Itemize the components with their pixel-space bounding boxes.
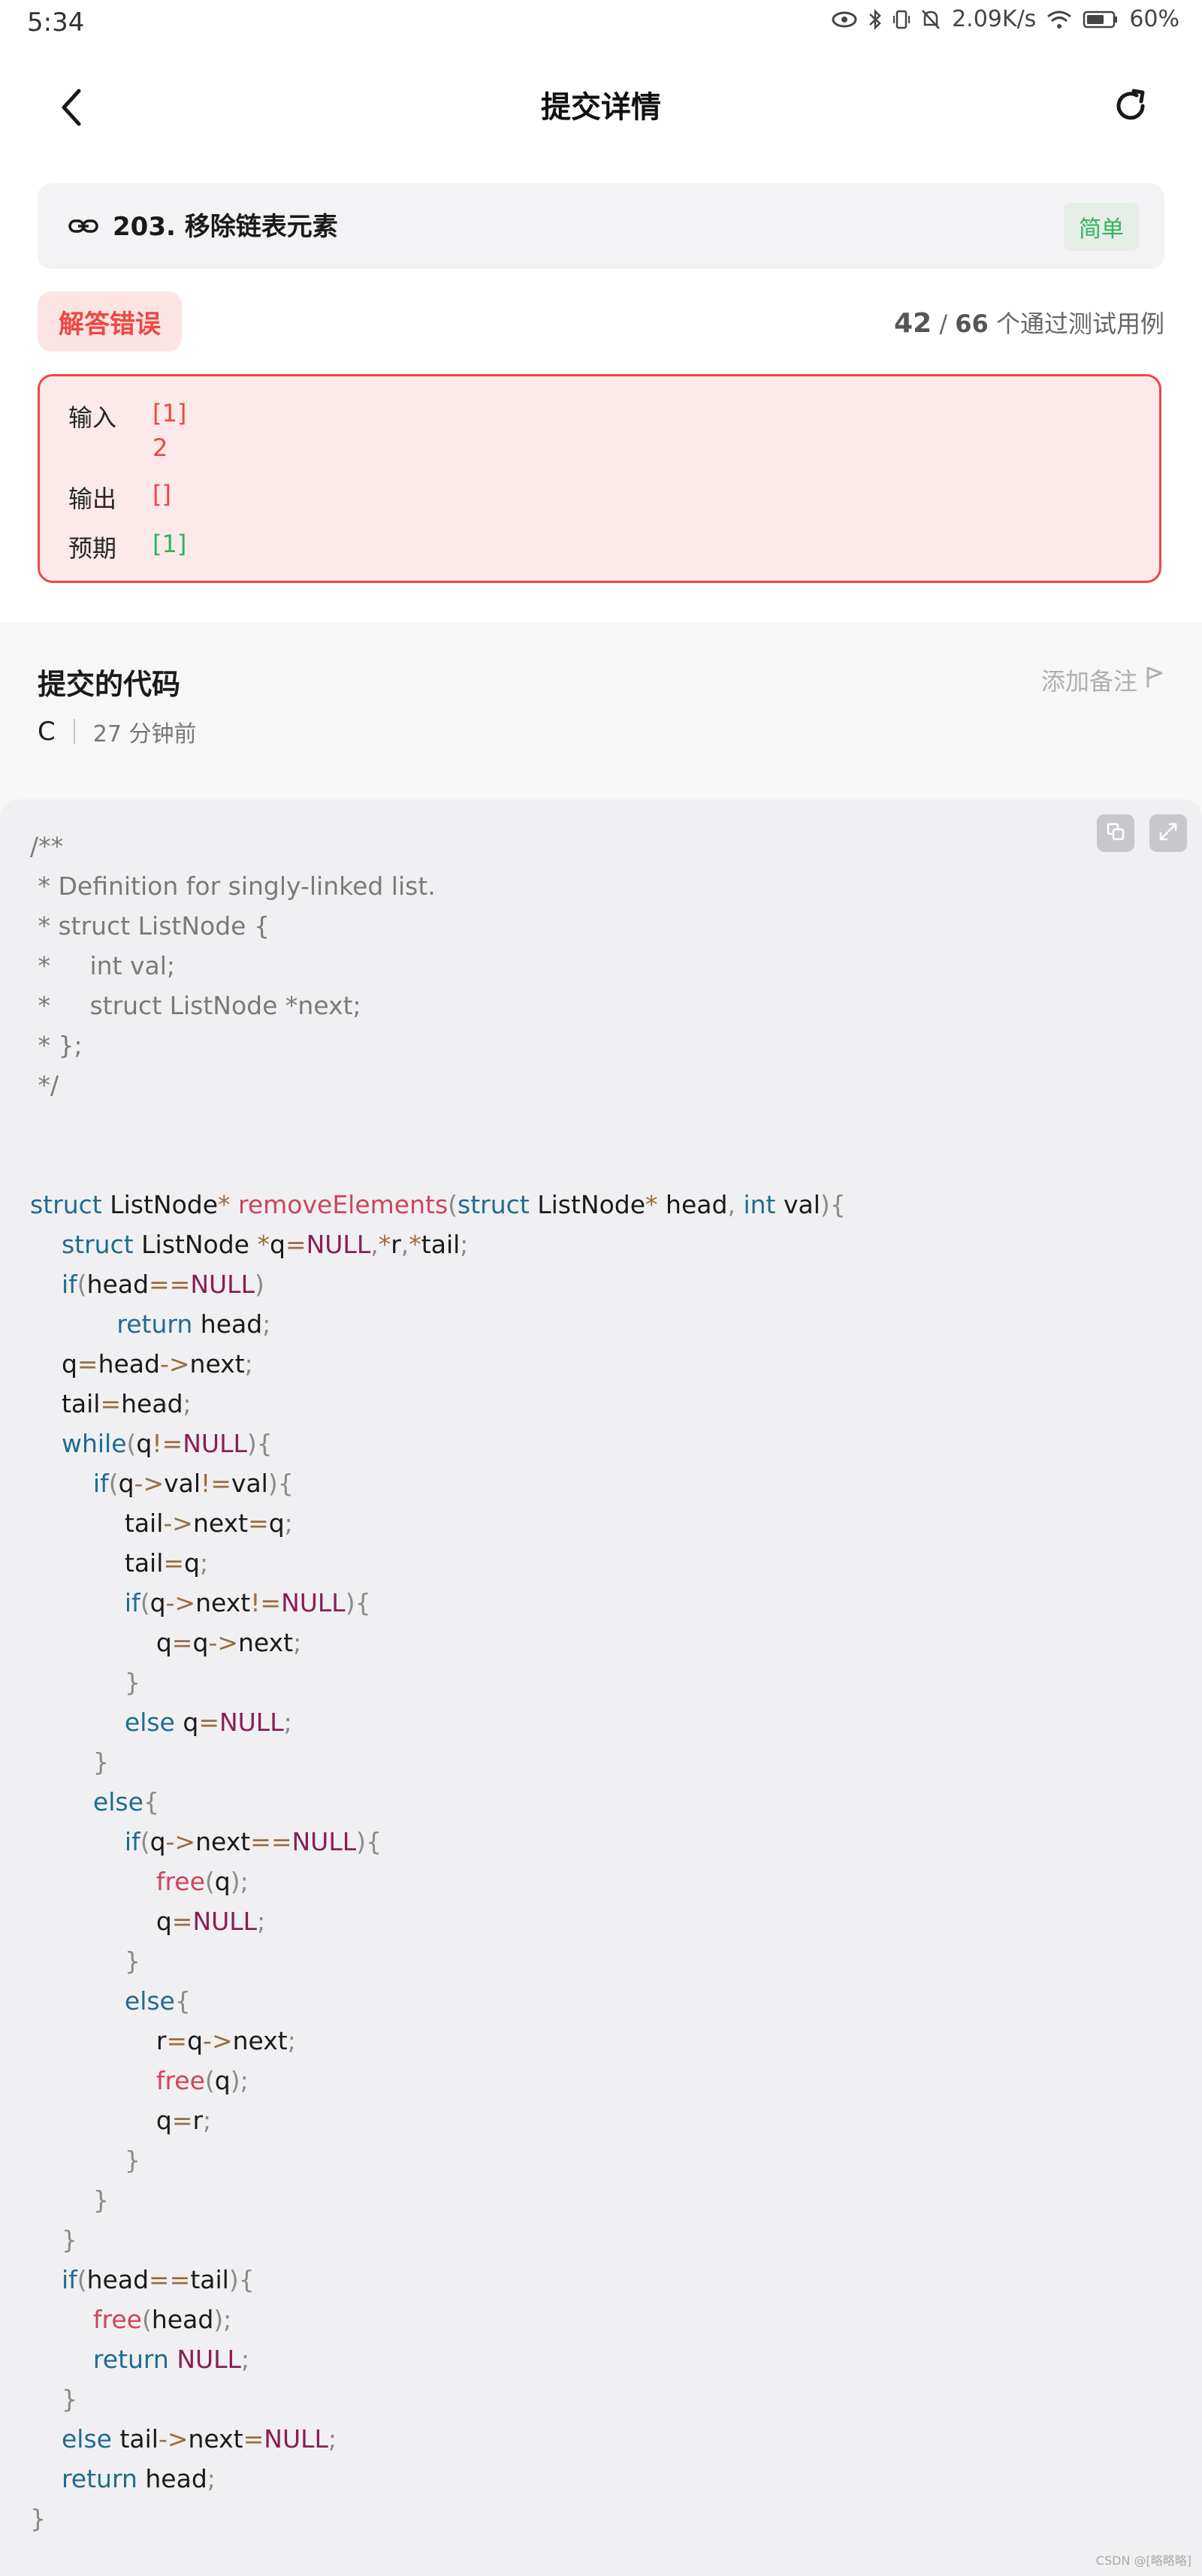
- flag-icon: [1145, 665, 1164, 695]
- code-heading: 提交的代码: [38, 668, 181, 701]
- code-line: if(q->next!=NULL){: [124, 1588, 371, 1617]
- code-panel: /** * Definition for singly-linked list.…: [0, 799, 1202, 2576]
- problem-title: 203. 移除链表元素: [113, 212, 338, 242]
- network-speed: 2.09K/s: [952, 6, 1037, 32]
- header: 提交详情: [0, 60, 1202, 150]
- input-value-line1: [1]: [153, 399, 187, 427]
- submitted-code-section: 提交的代码 添加备注 C 27 分钟前 /** * Definition for…: [0, 622, 1202, 2576]
- code-line: }: [124, 2146, 140, 2175]
- submission-meta: C 27 分钟前: [38, 715, 196, 748]
- code-line: struct ListNode* removeElements(struct L…: [30, 1190, 846, 1219]
- link-icon: [68, 210, 99, 242]
- pass-text: 个通过测试用例: [995, 310, 1164, 338]
- passed-count: 42: [894, 308, 932, 339]
- wifi-icon: [1046, 9, 1072, 30]
- code-line: free(q);: [156, 1867, 249, 1896]
- battery-icon: [1083, 10, 1119, 29]
- status-icons: 2.09K/s 60%: [832, 6, 1179, 32]
- code-line: }: [61, 2384, 77, 2414]
- expected-label: 预期: [68, 534, 117, 563]
- code-block: /** * Definition for singly-linked list.…: [30, 826, 846, 2538]
- code-line: return NULL;: [92, 2345, 250, 2374]
- add-note-button[interactable]: 添加备注: [1041, 663, 1164, 697]
- input-value-line2: 2: [153, 433, 168, 462]
- pass-count: 42 / 66 个通过测试用例: [894, 308, 1164, 339]
- code-line: * Definition for singly-linked list.: [30, 871, 436, 901]
- divider: [73, 719, 75, 744]
- code-line: tail->next=q;: [124, 1508, 293, 1538]
- difficulty-badge: 简单: [1064, 203, 1139, 251]
- eye-icon: [832, 11, 857, 29]
- testcase-box: 输入 [1] 2 输出 [] 预期 [1]: [38, 374, 1161, 583]
- problem-card[interactable]: 203. 移除链表元素 简单: [38, 183, 1164, 269]
- code-line: * struct ListNode {: [30, 911, 270, 941]
- status-bar: 5:34 2.09K/s 60%: [0, 0, 1202, 47]
- code-line: else{: [92, 1787, 159, 1816]
- code-line: else{: [124, 1986, 191, 2016]
- result-status-badge: 解答错误: [38, 291, 182, 352]
- expand-icon: [1158, 822, 1178, 844]
- submission-time: 27 分钟前: [92, 721, 197, 747]
- code-line: q=r;: [156, 2106, 212, 2135]
- code-line: }: [92, 1747, 109, 1777]
- output-value: []: [153, 480, 171, 509]
- copy-icon: [1106, 822, 1125, 844]
- code-line: free(q);: [156, 2066, 249, 2095]
- expected-value: [1]: [153, 530, 187, 558]
- code-line: q=head->next;: [61, 1349, 253, 1379]
- code-line: tail=q;: [124, 1548, 209, 1578]
- code-line: * };: [30, 1031, 83, 1060]
- battery-percent: 60%: [1129, 6, 1179, 32]
- code-line: /**: [30, 832, 64, 861]
- vibrate-icon: [893, 8, 911, 31]
- add-note-label: 添加备注: [1040, 667, 1137, 696]
- code-line: if(head==NULL): [61, 1270, 264, 1299]
- expand-button[interactable]: [1149, 814, 1187, 852]
- code-line: * struct ListNode *next;: [30, 991, 361, 1020]
- status-time: 5:34: [27, 8, 85, 38]
- code-line: if(q->val!=val){: [92, 1469, 294, 1498]
- code-line: * int val;: [30, 951, 175, 980]
- page-title: 提交详情: [541, 90, 661, 125]
- code-line: */: [30, 1071, 59, 1100]
- code-line: }: [124, 1668, 140, 1697]
- mute-icon: [920, 8, 941, 31]
- refresh-icon: [1111, 86, 1150, 128]
- code-line: struct ListNode *q=NULL,*r,*tail;: [61, 1230, 469, 1259]
- language: C: [38, 717, 56, 747]
- code-line: q=NULL;: [156, 1907, 266, 1936]
- code-line: else q=NULL;: [124, 1708, 292, 1737]
- code-line: }: [61, 2225, 77, 2254]
- code-line: return head;: [61, 2464, 216, 2493]
- code-line: }: [92, 2185, 109, 2215]
- code-line: q=q->next;: [156, 1628, 302, 1657]
- code-line: while(q!=NULL){: [61, 1429, 273, 1458]
- code-line: r=q->next;: [156, 2026, 296, 2055]
- copy-button[interactable]: [1097, 814, 1134, 852]
- code-line: return head;: [116, 1309, 271, 1339]
- code-line: if(head==tail){: [61, 2265, 255, 2294]
- input-label: 输入: [68, 403, 117, 432]
- code-line: }: [124, 1946, 140, 1976]
- code-line: free(head);: [92, 2305, 232, 2334]
- code-line: }: [30, 2504, 46, 2533]
- total-count: 66: [955, 310, 989, 338]
- watermark: CSDN @[略略略]: [1095, 2553, 1191, 2568]
- output-label: 输出: [68, 485, 117, 513]
- code-line: tail=head;: [61, 1389, 192, 1418]
- bluetooth-icon: [868, 8, 883, 31]
- code-line: else tail->next=NULL;: [61, 2424, 337, 2454]
- code-line: if(q->next==NULL){: [124, 1827, 382, 1856]
- refresh-button[interactable]: [1104, 81, 1157, 134]
